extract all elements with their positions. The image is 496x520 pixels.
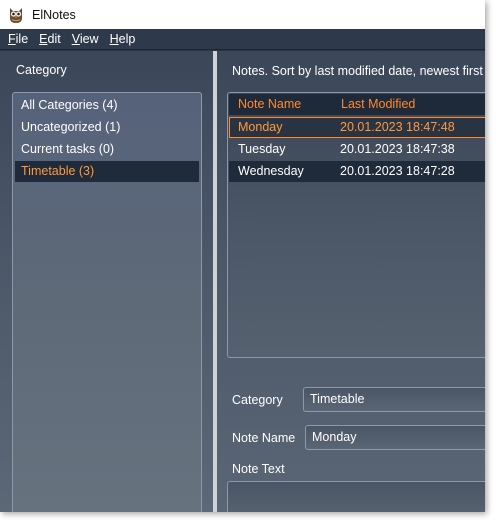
note-name-input[interactable]: Monday [305,425,485,450]
owl-icon [7,6,25,24]
note-name-cell: Monday [238,120,283,134]
note-text-field-label: Note Text [232,462,285,476]
last-modified-cell: 20.01.2023 18:47:48 [340,120,455,134]
note-text-area[interactable] [227,481,485,512]
category-select[interactable]: Timetable [303,387,485,412]
category-list[interactable]: All Categories (4) Uncategorized (1) Cur… [12,92,202,512]
window-title: ElNotes [32,7,76,22]
category-item-timetable[interactable]: Timetable (3) [15,161,199,182]
last-modified-cell: 20.01.2023 18:47:28 [340,164,455,178]
menu-view-accel: V [71,32,80,46]
menu-file-label: ile [15,32,29,46]
category-pane-title: Category [16,63,67,77]
table-row[interactable]: Monday 20.01.2023 18:47:48 [229,117,485,138]
menu-edit[interactable]: Edit [39,32,61,46]
title-bar: ElNotes [0,0,485,29]
category-item-all[interactable]: All Categories (4) [15,95,199,116]
menu-file-accel: F [8,32,16,46]
note-name-field-label: Note Name [232,431,296,445]
category-item-current-tasks[interactable]: Current tasks (0) [15,139,199,160]
table-row[interactable]: Wednesday 20.01.2023 18:47:28 [229,161,485,182]
menu-help-label: elp [118,32,136,46]
note-name-cell: Wednesday [238,164,304,178]
note-name-cell: Tuesday [238,142,286,156]
app-window: ElNotes File Edit View Help Category All… [0,0,485,512]
menu-view-label: iew [79,32,99,46]
notes-table[interactable]: Note Name Last Modified Monday 20.01.202… [227,92,485,358]
menu-help[interactable]: Help [110,32,136,46]
notes-pane-title: Notes. Sort by last modified date, newes… [232,64,483,78]
category-item-uncategorized[interactable]: Uncategorized (1) [15,117,199,138]
table-row[interactable]: Tuesday 20.01.2023 18:47:38 [229,139,485,160]
menu-edit-accel: E [39,32,48,46]
last-modified-cell: 20.01.2023 18:47:38 [340,142,455,156]
menu-view[interactable]: View [72,32,99,46]
menu-bar: File Edit View Help [0,29,485,50]
menu-help-accel: H [109,32,119,46]
notes-pane: Notes. Sort by last modified date, newes… [217,51,485,512]
menu-file[interactable]: File [8,32,28,46]
category-pane: Category All Categories (4) Uncategorize… [0,51,213,512]
category-field-label: Category [232,393,283,407]
column-header-last-modified[interactable]: Last Modified [341,94,415,115]
menu-edit-label: dit [47,32,61,46]
column-header-note-name[interactable]: Note Name [238,94,301,115]
notes-table-header: Note Name Last Modified [229,94,485,115]
